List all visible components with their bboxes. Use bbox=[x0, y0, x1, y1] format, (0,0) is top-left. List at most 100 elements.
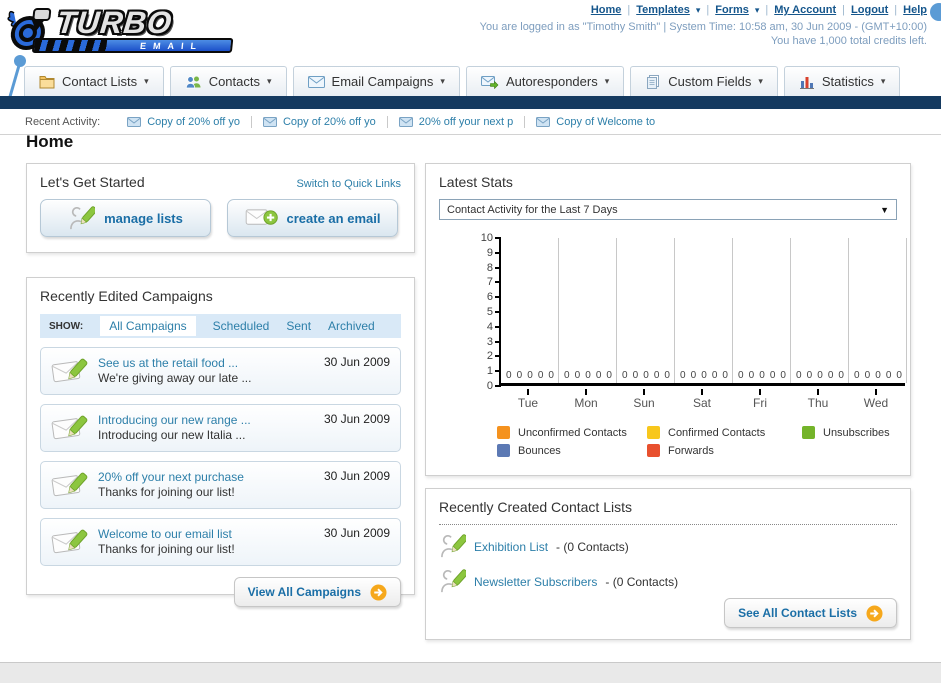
tab-contact-lists[interactable]: Contact Lists ▾ bbox=[24, 66, 164, 96]
campaign-subtitle: Introducing our new Italia ... bbox=[98, 428, 246, 442]
campaign-title-link[interactable]: Welcome to our email list bbox=[98, 527, 235, 542]
login-info: You are logged in as "Timothy Smith" | S… bbox=[479, 21, 927, 33]
contact-list-row[interactable]: Exhibition List - (0 Contacts) bbox=[439, 533, 897, 560]
page-title: Home bbox=[26, 132, 74, 151]
campaign-pencil-icon bbox=[51, 356, 89, 386]
statistics-chart-icon bbox=[799, 74, 815, 90]
tab-autoresponders[interactable]: Autoresponders ▾ bbox=[465, 66, 625, 96]
custom-fields-pages-icon bbox=[645, 74, 661, 90]
chevron-down-icon: ▾ bbox=[695, 4, 701, 15]
campaign-row[interactable]: See us at the retail food ... We're givin… bbox=[40, 347, 401, 395]
view-all-campaigns-button[interactable]: View All Campaigns bbox=[233, 577, 401, 607]
chart-value-labels: 00000 bbox=[559, 370, 617, 381]
view-all-campaigns-label: View All Campaigns bbox=[247, 585, 361, 599]
x-axis-tick-mark bbox=[817, 389, 819, 395]
legend-item-confirmed-contacts: Confirmed Contacts bbox=[647, 426, 802, 439]
switch-quick-links-link[interactable]: Switch to Quick Links bbox=[296, 178, 401, 190]
recent-activity-item[interactable]: Copy of 20% off yo bbox=[116, 115, 252, 128]
chart-value-label: 0 bbox=[527, 370, 533, 381]
chart-value-labels: 00000 bbox=[733, 370, 791, 381]
campaign-row[interactable]: Introducing our new range ... Introducing… bbox=[40, 404, 401, 452]
arrow-circle-icon bbox=[370, 583, 387, 601]
tab-label: Email Campaigns bbox=[331, 74, 434, 89]
y-axis-tick-mark bbox=[495, 237, 501, 239]
top-nav-link-help[interactable]: Help bbox=[903, 4, 927, 16]
top-nav-link-forms[interactable]: Forms bbox=[715, 4, 749, 16]
top-nav: Home | Templates ▾ | Forms ▾ | My Account | Logout… bbox=[591, 4, 927, 16]
see-all-contact-lists-label: See All Contact Lists bbox=[738, 606, 857, 620]
chevron-down-icon: ▾ bbox=[440, 76, 445, 86]
chart-value-label: 0 bbox=[711, 370, 718, 381]
campaign-row[interactable]: Welcome to our email list Thanks for join… bbox=[40, 518, 401, 566]
contact-lists-folder-icon bbox=[39, 74, 55, 89]
chart-value-label: 0 bbox=[537, 370, 544, 381]
recent-activity-item[interactable]: Copy of Welcome to bbox=[525, 116, 666, 128]
chart-value-label: 0 bbox=[896, 370, 902, 381]
campaign-filter-all-campaigns[interactable]: All Campaigns bbox=[100, 316, 196, 336]
manage-lists-button[interactable]: manage lists bbox=[40, 199, 211, 237]
stats-report-select[interactable]: Contact Activity for the Last 7 Days ▼ bbox=[439, 199, 897, 220]
app-logo: TURBO EMAIL bbox=[3, 5, 259, 59]
campaign-filter-sent[interactable]: Sent bbox=[286, 319, 311, 333]
campaign-title-link[interactable]: Introducing our new range ... bbox=[98, 413, 251, 428]
recent-activity-item[interactable]: Copy of 20% off yo bbox=[252, 115, 388, 128]
campaigns-panel: Recently Edited Campaigns SHOW: All Camp… bbox=[26, 277, 415, 607]
tab-statistics[interactable]: Statistics ▾ bbox=[783, 66, 901, 96]
envelope-small-icon bbox=[127, 116, 142, 127]
tab-email-campaigns[interactable]: Email Campaigns ▾ bbox=[292, 66, 460, 96]
chart-value-label: 0 bbox=[864, 370, 871, 381]
chart-value-label: 0 bbox=[806, 370, 813, 381]
contact-activity-chart: 00000000000000000000000000000000000 Unco… bbox=[439, 232, 907, 466]
contact-list-name-link[interactable]: Newsletter Subscribers bbox=[474, 575, 597, 589]
legend-swatch bbox=[497, 426, 510, 439]
y-axis-tick-mark bbox=[495, 370, 501, 373]
nav-separator: | bbox=[765, 4, 769, 16]
tab-custom-fields[interactable]: Custom Fields ▾ bbox=[630, 66, 778, 96]
chart-value-label: 0 bbox=[827, 370, 834, 381]
chart-value-label: 0 bbox=[585, 370, 591, 381]
chart-value-label: 0 bbox=[632, 370, 639, 381]
chart-value-label: 0 bbox=[653, 370, 660, 381]
chart-value-label: 0 bbox=[506, 370, 512, 381]
contact-list-items: Exhibition List - (0 Contacts) Newsletter … bbox=[439, 533, 897, 595]
create-an-email-button[interactable]: create an email bbox=[227, 199, 398, 237]
credits-info: You have 1,000 total credits left. bbox=[770, 35, 927, 47]
nav-separator: | bbox=[706, 4, 710, 16]
tab-contacts[interactable]: Contacts ▾ bbox=[169, 66, 287, 96]
y-axis-tick-label: 1 bbox=[486, 365, 493, 378]
see-all-contact-lists-button[interactable]: See All Contact Lists bbox=[724, 598, 897, 628]
legend-swatch bbox=[647, 444, 660, 457]
x-axis-tick-mark bbox=[759, 389, 761, 395]
recent-activity-item-label: Copy of 20% off yo bbox=[282, 115, 376, 128]
chart-value-label: 0 bbox=[664, 370, 670, 381]
recent-activity-item[interactable]: 20% off your next p bbox=[388, 115, 526, 128]
legend-label: Bounces bbox=[518, 444, 561, 457]
top-nav-link-my-account[interactable]: My Account bbox=[774, 4, 836, 16]
x-axis-tick-label: Thu bbox=[807, 396, 829, 410]
campaign-title-link[interactable]: 20% off your next purchase bbox=[98, 470, 244, 485]
campaign-list: See us at the retail food ... We're givin… bbox=[40, 347, 401, 566]
chart-value-label: 0 bbox=[574, 370, 581, 381]
x-axis-tick-mark bbox=[701, 389, 703, 395]
campaign-title-link[interactable]: See us at the retail food ... bbox=[98, 356, 251, 371]
nav-separator: | bbox=[627, 4, 631, 16]
x-axis-tick-mark bbox=[875, 389, 877, 395]
contact-lists-title: Recently Created Contact Lists bbox=[439, 499, 632, 515]
chart-value-label: 0 bbox=[875, 370, 881, 381]
contact-list-name-link[interactable]: Exhibition List bbox=[474, 540, 548, 554]
top-nav-link-templates[interactable]: Templates bbox=[636, 4, 690, 16]
envelope-small-icon bbox=[536, 116, 551, 127]
contact-list-row[interactable]: Newsletter Subscribers - (0 Contacts) bbox=[439, 568, 897, 595]
top-nav-link-logout[interactable]: Logout bbox=[851, 4, 888, 16]
chart-value-label: 0 bbox=[564, 370, 570, 381]
campaign-filter-archived[interactable]: Archived bbox=[328, 319, 375, 333]
page-footer bbox=[0, 662, 941, 683]
chevron-down-icon: ▾ bbox=[144, 76, 149, 86]
top-nav-link-home[interactable]: Home bbox=[591, 4, 622, 16]
legend-item-bounces: Bounces bbox=[497, 444, 647, 457]
campaign-row[interactable]: 20% off your next purchase Thanks for joi… bbox=[40, 461, 401, 509]
campaign-pencil-icon bbox=[51, 527, 89, 557]
person-pencil-icon bbox=[439, 533, 466, 560]
campaign-filter-scheduled[interactable]: Scheduled bbox=[213, 319, 270, 333]
chart-gridline bbox=[906, 238, 907, 383]
